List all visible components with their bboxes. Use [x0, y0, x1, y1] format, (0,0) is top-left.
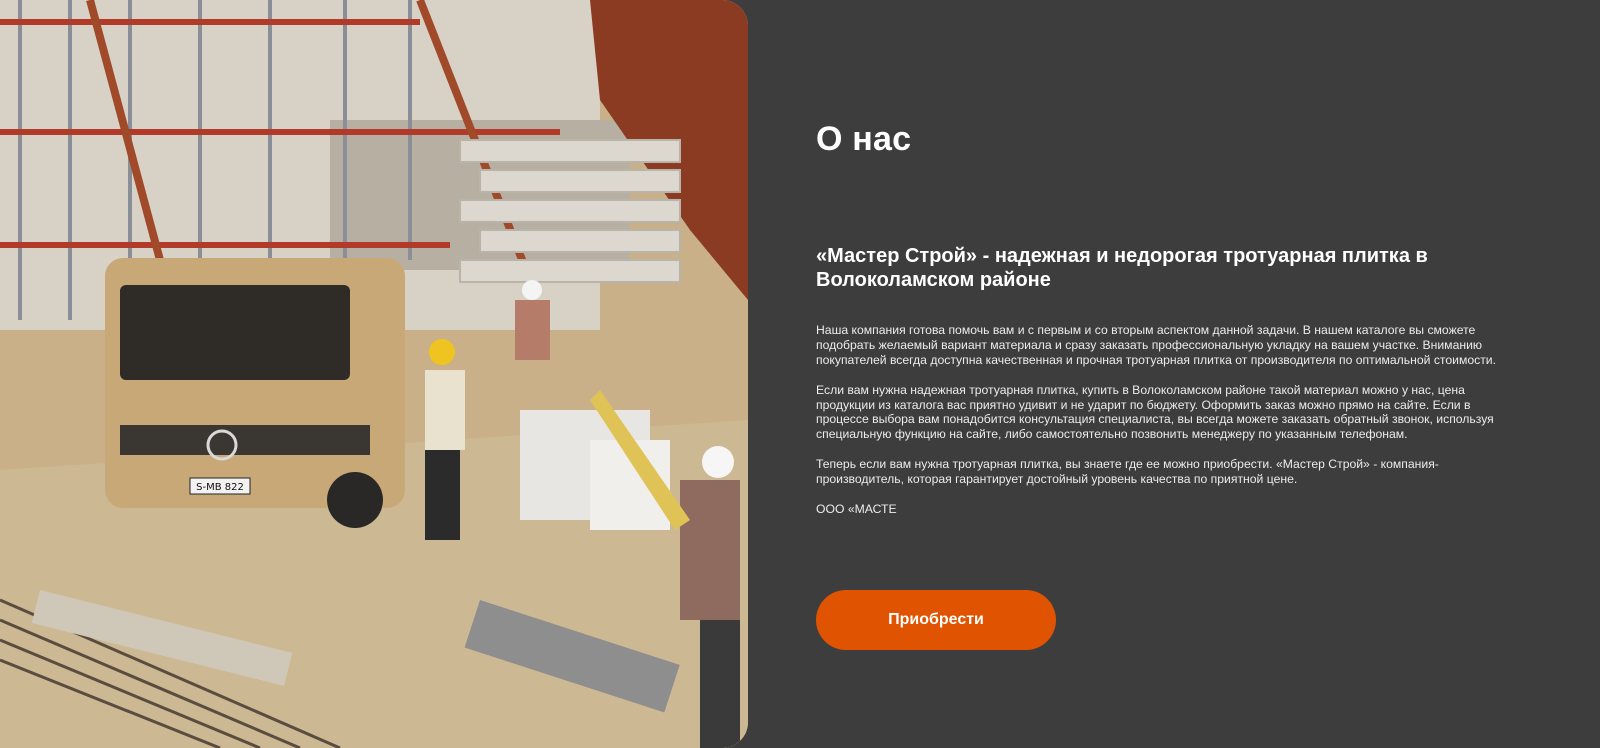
about-paragraph-4: ООО «МАСТЕ	[816, 501, 897, 516]
hero-photo: S-MB 822	[0, 0, 748, 748]
about-subtitle: «Мастер Строй» - надежная и недорогая тр…	[816, 245, 1428, 291]
about-paragraph-2: Если вам нужна надежная тротуарная плитк…	[816, 382, 1494, 442]
truck-plate: S-MB 822	[196, 482, 244, 493]
about-text: Наша компания готова помочь вам и с перв…	[816, 323, 1522, 532]
about-title: О нас	[816, 120, 912, 158]
about-paragraph-1: Наша компания готова помочь вам и с перв…	[816, 323, 1496, 367]
buy-button[interactable]: Приобрести	[816, 590, 1056, 650]
about-paragraph-3: Теперь если вам нужна тротуарная плитка,…	[816, 457, 1439, 487]
about-section: О нас «Мастер Строй» - надежная и недоро…	[816, 0, 1536, 748]
construction-site-illustration: S-MB 822	[0, 0, 748, 748]
